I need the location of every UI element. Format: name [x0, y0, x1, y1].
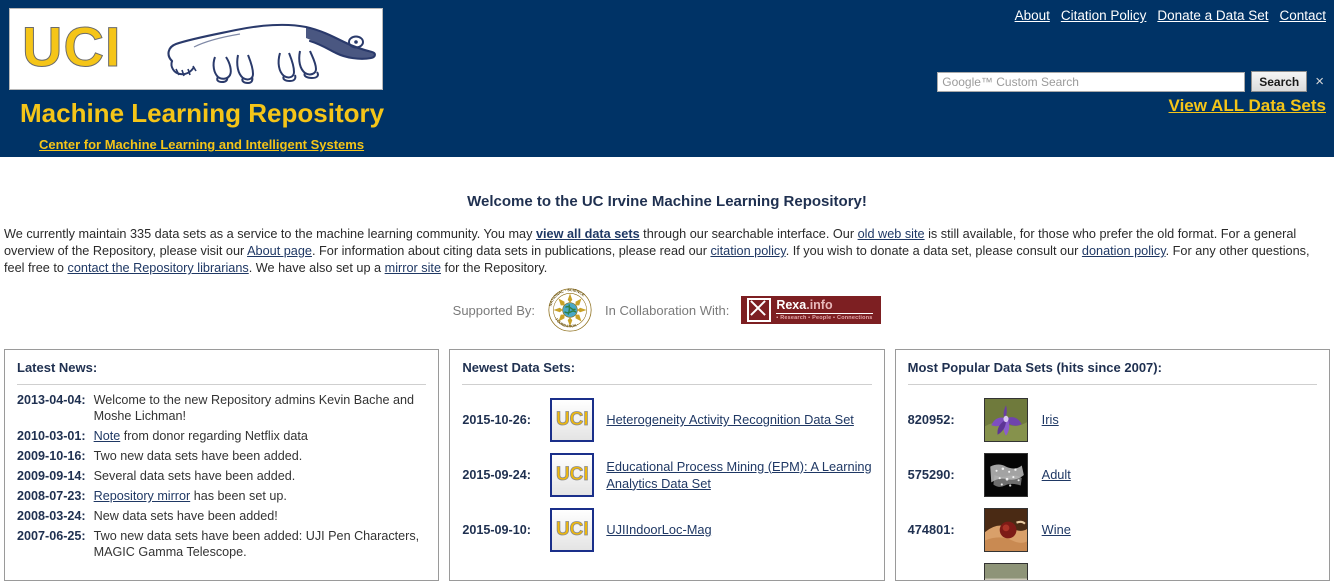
popular-row: 575290: Adult	[908, 447, 1317, 502]
supported-by-label: Supported By:	[453, 303, 535, 318]
news-text: Note from donor regarding Netflix data	[94, 428, 308, 444]
newest-panel-title: Newest Data Sets:	[462, 360, 871, 385]
dataset-link[interactable]: UJIIndoorLoc-Mag	[606, 521, 711, 538]
intro-text-8: for the Repository.	[441, 261, 547, 275]
news-item: 2009-10-16: Two new data sets have been …	[17, 448, 426, 464]
panel-latest-news: Latest News: 2013-04-04: Welcome to the …	[4, 349, 439, 581]
intro-text-7: . We have also set up a	[249, 261, 385, 275]
link-donation-policy[interactable]: donation policy	[1082, 244, 1166, 258]
link-mirror-site[interactable]: mirror site	[385, 261, 441, 275]
uci-dataset-icon[interactable]: UCI	[550, 508, 594, 552]
panel-most-popular: Most Popular Data Sets (hits since 2007)…	[895, 349, 1330, 581]
intro-text-5: . If you wish to donate a data set, plea…	[786, 244, 1082, 258]
news-panel-title: Latest News:	[17, 360, 426, 385]
news-date: 2009-10-16:	[17, 448, 86, 464]
close-icon[interactable]: ×	[1313, 74, 1326, 89]
top-navigation: About Citation Policy Donate a Data Set …	[1015, 8, 1326, 23]
intro-text-1: We currently maintain 335 data sets as a…	[4, 227, 536, 241]
dataset-date: 2015-10-26:	[462, 413, 538, 427]
rexa-name: Rexa	[776, 298, 806, 312]
collaboration-label: In Collaboration With:	[605, 303, 729, 318]
search-input[interactable]	[937, 72, 1245, 92]
uci-wordmark: UCI	[22, 15, 121, 79]
popular-row: 820952: Iris	[908, 392, 1317, 447]
panel-newest-data-sets: Newest Data Sets: 2015-10-26: UCI Hetero…	[449, 349, 884, 581]
news-date: 2013-04-04:	[17, 392, 86, 424]
intro-paragraph: We currently maintain 335 data sets as a…	[4, 226, 1330, 277]
dataset-row: 2015-09-10: UCI UJIIndoorLoc-Mag	[462, 502, 871, 557]
news-date: 2007-06-25:	[17, 528, 86, 560]
news-item: 2007-06-25: Two new data sets have been …	[17, 528, 426, 560]
link-old-web-site[interactable]: old web site	[858, 227, 925, 241]
news-text: Repository mirror has been set up.	[94, 488, 287, 504]
news-item: 2009-09-14: Several data sets have been …	[17, 468, 426, 484]
site-header: UCI Machine Learning Repository Center f…	[0, 0, 1334, 157]
anteater-icon	[160, 17, 380, 85]
news-text: Two new data sets have been added.	[94, 448, 303, 464]
popular-row-partial	[908, 557, 1317, 581]
intro-text-4: . For information about citing data sets…	[312, 244, 710, 258]
popular-link[interactable]: Wine	[1042, 522, 1071, 537]
site-title: Machine Learning Repository	[20, 98, 384, 129]
popular-link[interactable]: Iris	[1042, 412, 1059, 427]
news-item: 2010-03-01: Note from donor regarding Ne…	[17, 428, 426, 444]
dataset-row: 2015-10-26: UCI Heterogeneity Activity R…	[462, 392, 871, 447]
news-link[interactable]: Repository mirror	[94, 489, 191, 503]
wine-grapes-thumbnail[interactable]	[984, 508, 1028, 552]
nav-about[interactable]: About	[1015, 8, 1050, 23]
nav-donate-data-set[interactable]: Donate a Data Set	[1157, 8, 1268, 23]
news-text: Welcome to the new Repository admins Kev…	[94, 392, 427, 424]
nsf-seal-icon[interactable]: NATIONAL · SCIENCE · FOUNDATION ·	[547, 287, 593, 333]
dataset-link[interactable]: Educational Process Mining (EPM): A Lear…	[606, 458, 871, 492]
popular-row: 474801: Wine	[908, 502, 1317, 557]
adult-census-thumbnail[interactable]	[984, 453, 1028, 497]
rexa-logo[interactable]: Rexa.info ▪ Research ▪ People ▪ Connecti…	[741, 296, 881, 324]
dataset-link[interactable]: Heterogeneity Activity Recognition Data …	[606, 411, 854, 428]
news-text: Two new data sets have been added: UJI P…	[94, 528, 427, 560]
news-item: 2008-07-23: Repository mirror has been s…	[17, 488, 426, 504]
sponsors-row: Supported By: NATIONAL · SCIENCE · FOUND…	[0, 287, 1334, 333]
link-citation-policy[interactable]: citation policy	[710, 244, 785, 258]
partial-thumbnail[interactable]	[984, 563, 1028, 581]
popular-panel-title: Most Popular Data Sets (hits since 2007)…	[908, 360, 1317, 385]
hit-count: 575290:	[908, 467, 970, 482]
rexa-mark-icon	[747, 298, 771, 322]
link-view-all-data-sets[interactable]: view all data sets	[536, 227, 640, 241]
news-date: 2010-03-01:	[17, 428, 86, 444]
hit-count: 820952:	[908, 412, 970, 427]
news-link[interactable]: Note	[94, 429, 121, 443]
uci-dataset-icon[interactable]: UCI	[550, 453, 594, 497]
dataset-row: 2015-09-24: UCI Educational Process Mini…	[462, 447, 871, 502]
rexa-tagline: ▪ Research ▪ People ▪ Connections	[776, 316, 872, 322]
dataset-date: 2015-09-10:	[462, 523, 538, 537]
iris-flower-thumbnail[interactable]	[984, 398, 1028, 442]
uci-logo-box: UCI	[9, 8, 383, 90]
uci-dataset-icon[interactable]: UCI	[550, 398, 594, 442]
news-date: 2008-03-24:	[17, 508, 86, 524]
page-title: Welcome to the UC Irvine Machine Learnin…	[0, 193, 1334, 210]
search-area: Search ×	[937, 71, 1326, 92]
news-item: 2013-04-04: Welcome to the new Repositor…	[17, 392, 426, 424]
news-date: 2008-07-23:	[17, 488, 86, 504]
dataset-date: 2015-09-24:	[462, 468, 538, 482]
content-panels: Latest News: 2013-04-04: Welcome to the …	[4, 349, 1330, 581]
view-all-data-sets-link[interactable]: View ALL Data Sets	[1169, 96, 1326, 116]
center-link[interactable]: Center for Machine Learning and Intellig…	[39, 137, 364, 152]
news-date: 2009-09-14:	[17, 468, 86, 484]
intro-text-2: through our searchable interface. Our	[640, 227, 858, 241]
nav-contact[interactable]: Contact	[1279, 8, 1326, 23]
search-button[interactable]: Search	[1251, 71, 1307, 92]
news-text: New data sets have been added!	[94, 508, 278, 524]
popular-link[interactable]: Adult	[1042, 467, 1071, 482]
news-text-rest: from donor regarding Netflix data	[120, 429, 308, 443]
rexa-text: Rexa.info ▪ Research ▪ People ▪ Connecti…	[776, 299, 872, 322]
link-about-page[interactable]: About page	[247, 244, 312, 258]
news-text-rest: has been set up.	[190, 489, 287, 503]
news-item: 2008-03-24: New data sets have been adde…	[17, 508, 426, 524]
news-text: Several data sets have been added.	[94, 468, 296, 484]
rexa-suffix: .info	[806, 298, 832, 312]
hit-count: 474801:	[908, 522, 970, 537]
nav-citation-policy[interactable]: Citation Policy	[1061, 8, 1147, 23]
link-contact-librarians[interactable]: contact the Repository librarians	[67, 261, 248, 275]
